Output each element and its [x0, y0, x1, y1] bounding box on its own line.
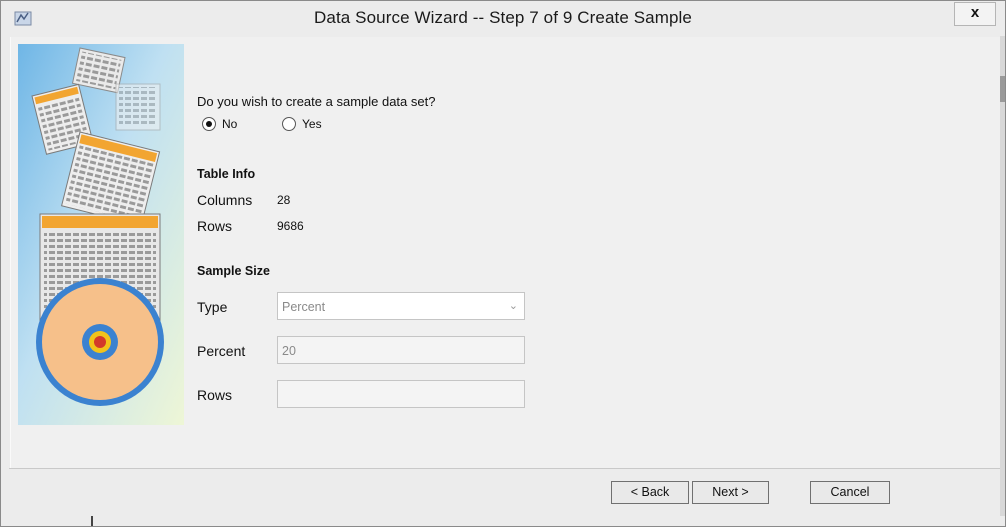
- radio-yes-label: Yes: [302, 117, 322, 131]
- chevron-down-icon[interactable]: ⌄: [509, 292, 518, 320]
- sample-rows-field[interactable]: [277, 380, 525, 408]
- table-info-heading: Table Info: [197, 167, 256, 181]
- percent-field[interactable]: 20: [277, 336, 525, 364]
- sample-size-heading: Sample Size: [197, 264, 270, 278]
- close-button[interactable]: x: [954, 2, 996, 26]
- columns-label: Columns: [197, 192, 253, 208]
- radio-yes[interactable]: Yes: [282, 117, 322, 131]
- footer-divider: [9, 468, 1000, 469]
- rows-label: Rows: [197, 218, 233, 234]
- wizard-illustration: [18, 44, 184, 425]
- title-bar[interactable]: Data Source Wizard -- Step 7 of 9 Create…: [1, 1, 1005, 36]
- cancel-button[interactable]: Cancel: [810, 481, 890, 504]
- rows-value: 9686: [277, 219, 304, 233]
- type-select[interactable]: Percent ⌄: [277, 292, 525, 320]
- window-edge: [1000, 36, 1005, 516]
- type-label: Type: [197, 299, 228, 315]
- taskbar-fragment: [91, 516, 93, 526]
- sample-rows-label: Rows: [197, 387, 233, 403]
- sample-question: Do you wish to create a sample data set?: [197, 94, 436, 109]
- radio-no-indicator[interactable]: [202, 117, 216, 131]
- next-button[interactable]: Next >: [692, 481, 769, 504]
- back-button[interactable]: < Back: [611, 481, 689, 504]
- percent-label: Percent: [197, 343, 246, 359]
- radio-yes-indicator[interactable]: [282, 117, 296, 131]
- radio-no[interactable]: No: [202, 117, 237, 131]
- radio-no-label: No: [222, 117, 238, 131]
- resize-grip[interactable]: [1000, 76, 1005, 102]
- type-select-value: Percent: [282, 300, 326, 314]
- columns-value: 28: [277, 193, 291, 207]
- window-title: Data Source Wizard -- Step 7 of 9 Create…: [314, 8, 692, 27]
